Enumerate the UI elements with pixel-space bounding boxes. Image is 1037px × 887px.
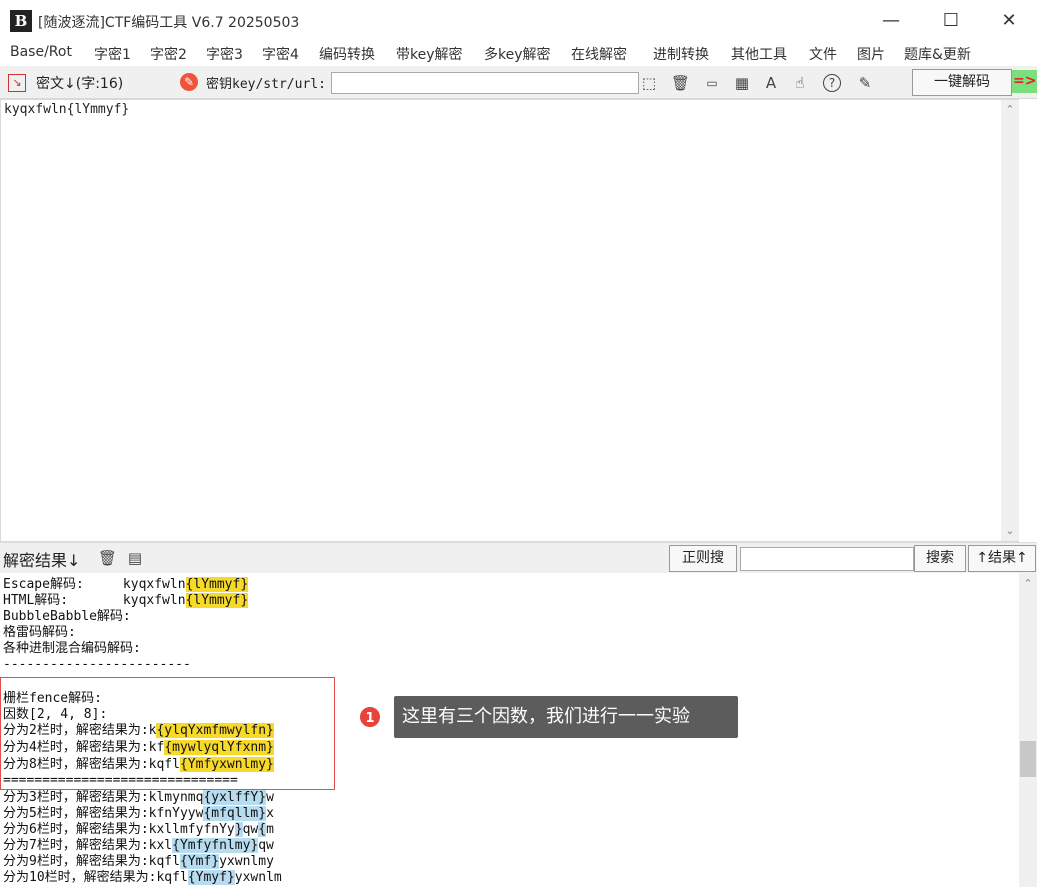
menu-zimi3[interactable]: 字密3 — [206, 44, 243, 64]
ciphertext-text[interactable]: kyqxfwln{lYmmyf} — [4, 102, 129, 117]
font-icon[interactable]: A — [762, 74, 780, 92]
scroll-down-icon[interactable]: ⌄ — [1001, 523, 1019, 539]
menu-base-rot[interactable]: Base/Rot — [10, 44, 72, 60]
menu-online[interactable]: 在线解密 — [571, 44, 627, 64]
menu-bar: Base/Rot 字密1 字密2 字密3 字密4 编码转换 带key解密 多ke… — [0, 40, 1037, 66]
fence-row-7: 分为7栏时，解密结果为:kxl{Ymfyfnlmy}qw — [3, 838, 274, 853]
key-input[interactable] — [331, 72, 639, 94]
menu-zimi4[interactable]: 字密4 — [262, 44, 299, 64]
mixed-radix-line: 各种进制混合编码解码: — [3, 641, 141, 656]
search-button[interactable]: 搜索 — [914, 545, 966, 572]
output-scrollbar-track[interactable]: ⌃ — [1019, 573, 1037, 887]
calculator-icon[interactable]: ▦ — [733, 74, 751, 92]
separator-dash: ------------------------ — [3, 657, 191, 672]
gray-code-line: 格雷码解码: — [3, 625, 76, 640]
menu-key-decrypt[interactable]: 带key解密 — [396, 44, 463, 64]
clear-result-icon[interactable]: 🗑 — [98, 549, 117, 567]
menu-encoding[interactable]: 编码转换 — [319, 44, 375, 64]
import-icon[interactable]: ↘ — [8, 74, 26, 92]
run-arrow-button[interactable]: => — [1012, 70, 1037, 93]
input-scrollbar[interactable]: ⌃ ⌄ — [1001, 100, 1019, 541]
regex-search-button[interactable]: 正则搜 — [669, 545, 737, 572]
html-line: HTML解码: kyqxfwln{lYmmyf} — [3, 593, 249, 608]
menu-other-tools[interactable]: 其他工具 — [731, 44, 787, 64]
output-scroll-thumb[interactable] — [1020, 741, 1036, 777]
ciphertext-input-area[interactable]: kyqxfwln{lYmmyf} ⌃ ⌄ — [0, 99, 1019, 542]
help-icon[interactable]: ? — [823, 74, 841, 92]
escape-line: Escape解码: kyqxfwln{lYmmyf} — [3, 577, 249, 592]
fence-row-10: 分为10栏时，解密结果为:kqfl{Ymyf}yxwnlm — [3, 870, 282, 885]
menu-zimi2[interactable]: 字密2 — [150, 44, 187, 64]
cursor-icon[interactable]: ⬚ — [640, 74, 658, 92]
callout-number-badge: 1 — [358, 705, 382, 729]
fence-row-9: 分为9栏时，解密结果为:kqfl{Ymf}yxwnlmy — [3, 854, 274, 869]
ciphertext-label: 密文↓(字:16) — [36, 76, 124, 92]
toolbar: ↘ 密文↓(字:16) ✎ 密钥key/str/url: ⬚ 🗑 ▭ ▦ A ☝… — [0, 66, 1037, 99]
fence-highlight-box — [0, 677, 335, 790]
close-button[interactable]: ✕ — [986, 6, 1032, 36]
one-click-decode-button[interactable]: 一键解码 — [912, 69, 1012, 96]
result-nav-button[interactable]: ↑结果↑ — [968, 545, 1036, 572]
menu-image[interactable]: 图片 — [857, 44, 885, 64]
key-label: 密钥key/str/url: — [206, 77, 326, 92]
maximize-button[interactable]: ☐ — [928, 6, 974, 36]
output-scroll-up-icon[interactable]: ⌃ — [1019, 576, 1037, 592]
fence-row-3: 分为3栏时，解密结果为:klmynmq{yxlffY}w — [3, 790, 274, 805]
key-erase-icon[interactable]: ✎ — [180, 73, 198, 91]
callout-tooltip: 这里有三个因数，我们进行一一实验 — [394, 696, 738, 738]
fence-row-5: 分为5栏时，解密结果为:kfnYyyw{mfqllm}x — [3, 806, 274, 821]
bubblebabble-line: BubbleBabble解码: — [3, 609, 131, 624]
edit-icon[interactable]: ✎ — [856, 74, 874, 92]
menu-multikey[interactable]: 多key解密 — [484, 44, 551, 64]
result-bar: 解密结果↓ 🗑 ▤ 正则搜 搜索 ↑结果↑ — [0, 542, 1037, 574]
trash-icon[interactable]: 🗑 — [671, 74, 690, 92]
terminal-icon[interactable]: ▭ — [703, 74, 721, 92]
regex-input[interactable] — [740, 547, 914, 571]
scroll-up-icon[interactable]: ⌃ — [1001, 102, 1019, 118]
thumbs-up-icon[interactable]: ☝ — [791, 74, 809, 92]
menu-radix[interactable]: 进制转换 — [653, 44, 709, 64]
window-title: [随波逐流]CTF编码工具 V6.7 20250503 — [38, 15, 300, 31]
result-label: 解密结果↓ — [3, 551, 81, 570]
app-logo: B — [10, 10, 32, 32]
fence-row-6: 分为6栏时，解密结果为:kxllmfyfnYy}qw{m — [3, 822, 274, 837]
menu-file[interactable]: 文件 — [809, 44, 837, 64]
minimize-button[interactable]: — — [868, 6, 914, 36]
menu-question-bank[interactable]: 题库&更新 — [904, 44, 971, 64]
copy-result-icon[interactable]: ▤ — [126, 549, 144, 567]
menu-zimi1[interactable]: 字密1 — [94, 44, 131, 64]
title-bar: B [随波逐流]CTF编码工具 V6.7 20250503 — ☐ ✕ — [0, 0, 1037, 40]
